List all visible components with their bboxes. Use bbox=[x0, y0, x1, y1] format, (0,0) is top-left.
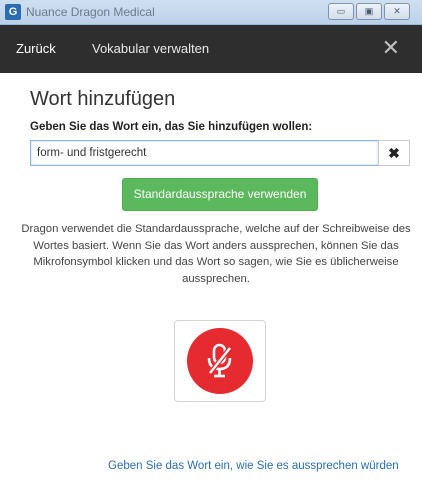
page-title: Wort hinzufügen bbox=[30, 88, 176, 110]
window-title-bar: G Nuance Dragon Medical ▭ ▣ ✕ bbox=[0, 0, 422, 25]
word-input-group: ✖ bbox=[30, 140, 410, 166]
dragon-app-icon: G bbox=[5, 4, 21, 20]
enter-pronunciation-link[interactable]: Geben Sie das Wort ein, wie Sie es aussp… bbox=[108, 460, 399, 472]
word-input[interactable] bbox=[30, 140, 378, 166]
close-dialog-button[interactable]: ✕ bbox=[382, 35, 400, 61]
use-default-pronunciation-button[interactable]: Standardaussprache verwenden bbox=[122, 178, 318, 211]
back-button[interactable]: Zurück bbox=[16, 41, 56, 56]
microphone-muted-icon bbox=[187, 328, 253, 394]
window-title: Nuance Dragon Medical bbox=[26, 5, 155, 19]
nav-bar: Zurück Vokabular verwalten ✕ bbox=[0, 25, 422, 73]
window-controls: ▭ ▣ ✕ bbox=[328, 3, 410, 20]
minimize-button[interactable]: ▭ bbox=[328, 3, 354, 20]
close-icon: ✕ bbox=[393, 6, 401, 16]
close-window-button[interactable]: ✕ bbox=[384, 3, 410, 20]
clear-word-button[interactable]: ✖ bbox=[378, 140, 410, 166]
word-field-label: Geben Sie das Wort ein, das Sie hinzufüg… bbox=[30, 121, 313, 133]
close-icon: ✕ bbox=[381, 35, 400, 60]
record-pronunciation-button[interactable] bbox=[174, 320, 266, 402]
clear-icon: ✖ bbox=[388, 145, 400, 161]
maximize-button[interactable]: ▣ bbox=[356, 3, 382, 20]
minimize-icon: ▭ bbox=[336, 6, 346, 16]
nav-title: Vokabular verwalten bbox=[92, 41, 210, 56]
description-text: Dragon verwendet die Standardaussprache,… bbox=[21, 223, 411, 285]
maximize-icon: ▣ bbox=[364, 6, 374, 16]
